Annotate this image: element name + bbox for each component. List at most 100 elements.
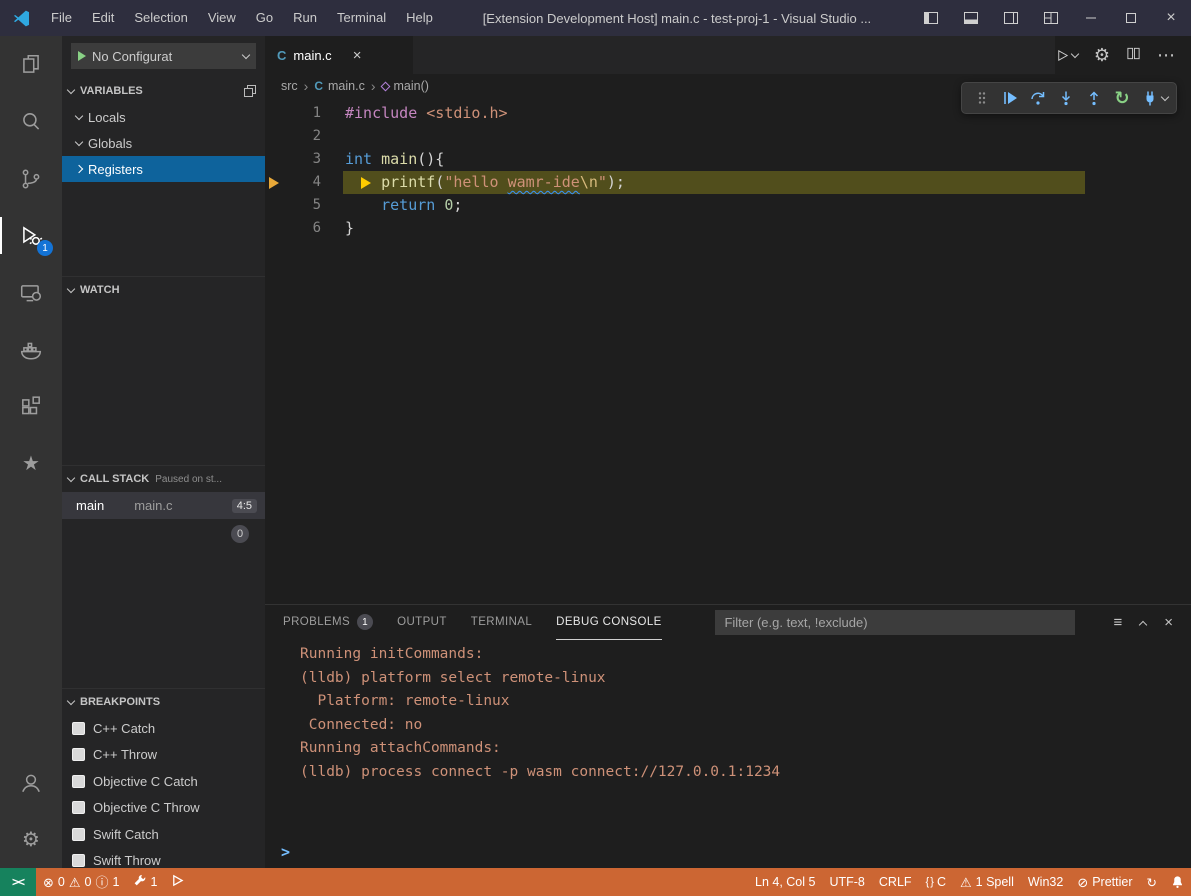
breakpoint-gutter[interactable] (265, 171, 287, 194)
close-tab-icon[interactable]: × (353, 47, 362, 64)
breakpoint-checkbox[interactable] (72, 775, 85, 788)
breakpoint-row[interactable]: C++ Throw (62, 742, 265, 769)
code-text[interactable]: return 0; (345, 194, 462, 217)
formatter-status[interactable]: ⊘ Prettier (1070, 868, 1139, 896)
debug-config-dropdown[interactable]: No Configurat (71, 43, 256, 69)
star-icon[interactable]: ★ (0, 435, 62, 492)
restart-icon[interactable]: ↻ (1110, 86, 1134, 110)
spell-status[interactable]: ⚠ 1 Spell (953, 868, 1021, 896)
breakpoint-checkbox[interactable] (72, 722, 85, 735)
breadcrumb-main[interactable]: main() (382, 79, 429, 93)
code-text[interactable]: int main(){ (345, 148, 444, 171)
filter-icon[interactable]: ≡ (1113, 615, 1122, 630)
breakpoint-gutter[interactable] (265, 102, 287, 125)
panel-tab-problems[interactable]: PROBLEMS1 (283, 605, 373, 640)
breakpoint-checkbox[interactable] (72, 828, 85, 841)
menu-selection[interactable]: Selection (124, 0, 197, 36)
docker-icon[interactable] (0, 321, 62, 378)
breakpoint-checkbox[interactable] (72, 748, 85, 761)
variables-header[interactable]: VARIABLES (62, 78, 265, 104)
search-icon[interactable] (0, 93, 62, 150)
breakpoint-row[interactable]: Objective C Catch (62, 768, 265, 795)
remote-explorer-icon[interactable] (0, 264, 62, 321)
menu-edit[interactable]: Edit (82, 0, 124, 36)
language-status[interactable]: { } C (919, 868, 953, 896)
watch-header[interactable]: WATCH (62, 277, 265, 303)
toggle-primary-sidebar-icon[interactable] (911, 0, 951, 36)
maximize-button[interactable] (1111, 0, 1151, 36)
breadcrumb-label: src (281, 79, 298, 93)
breakpoint-gutter[interactable] (265, 194, 287, 217)
breakpoint-gutter[interactable] (265, 125, 287, 148)
panel-tab-debug-console[interactable]: DEBUG CONSOLE (556, 605, 662, 640)
eol-status[interactable]: CRLF (872, 868, 919, 896)
run-file-button[interactable] (1055, 48, 1078, 63)
split-editor-icon[interactable] (1126, 46, 1141, 64)
cursor-position[interactable]: Ln 4, Col 5 (748, 868, 822, 896)
breakpoint-row[interactable]: Swift Catch (62, 821, 265, 848)
tools-status[interactable]: 1 (126, 868, 164, 896)
breakpoint-checkbox[interactable] (72, 801, 85, 814)
variables-view-icon[interactable] (243, 84, 257, 98)
sync-icon[interactable]: ↻ (1140, 868, 1164, 896)
code-text[interactable]: printf("hello wamr-ide\n"); (345, 171, 625, 194)
menu-go[interactable]: Go (246, 0, 283, 36)
toolbar-drag-handle[interactable] (970, 86, 994, 110)
problems-status[interactable]: ⊗ 0 ⚠ 0 ⓘ 1 (36, 868, 126, 896)
breakpoints-header[interactable]: BREAKPOINTS (62, 689, 265, 715)
bell-icon[interactable] (1164, 868, 1191, 896)
tab-main-c[interactable]: C main.c × (265, 36, 413, 74)
menu-help[interactable]: Help (396, 0, 443, 36)
variables-item-globals[interactable]: Globals (62, 130, 265, 156)
step-over-icon[interactable] (1026, 86, 1050, 110)
filter-input[interactable] (715, 610, 1075, 635)
panel-tab-terminal[interactable]: TERMINAL (471, 605, 532, 640)
extensions-icon[interactable] (0, 378, 62, 435)
account-icon[interactable] (0, 754, 62, 811)
close-button[interactable]: × (1151, 0, 1191, 36)
disconnect-icon[interactable] (1138, 86, 1162, 110)
continue-icon[interactable] (998, 86, 1022, 110)
source-control-icon[interactable] (0, 150, 62, 207)
toggle-panel-icon[interactable] (951, 0, 991, 36)
chevron-down-icon[interactable] (1161, 92, 1169, 100)
code-text[interactable]: #include <stdio.h> (345, 102, 508, 125)
explorer-icon[interactable] (0, 36, 62, 93)
code-editor[interactable]: 1#include <stdio.h>23int main(){4 printf… (265, 98, 1191, 604)
settings-gear-icon[interactable]: ⚙ (1094, 46, 1110, 64)
maximize-panel-icon[interactable] (1139, 620, 1147, 628)
close-panel-icon[interactable]: × (1164, 615, 1173, 630)
remote-indicator[interactable]: >< (0, 868, 36, 896)
menu-run[interactable]: Run (283, 0, 327, 36)
menu-view[interactable]: View (198, 0, 246, 36)
breakpoint-gutter[interactable] (265, 217, 287, 240)
variables-item-locals[interactable]: Locals (62, 104, 265, 130)
customize-layout-icon[interactable] (1031, 0, 1071, 36)
settings-gear-icon[interactable]: ⚙ (0, 811, 62, 868)
code-text[interactable]: } (345, 217, 354, 240)
console-prompt[interactable]: > (281, 843, 290, 861)
panel-tab-output[interactable]: OUTPUT (397, 605, 447, 640)
minimize-button[interactable] (1071, 0, 1111, 36)
menu-file[interactable]: File (41, 0, 82, 36)
breakpoint-gutter[interactable] (265, 148, 287, 171)
breadcrumb-mainc[interactable]: Cmain.c (314, 79, 365, 93)
toggle-secondary-sidebar-icon[interactable] (991, 0, 1031, 36)
menu-terminal[interactable]: Terminal (327, 0, 396, 36)
start-debug-icon[interactable] (78, 51, 86, 61)
stack-frame-row[interactable]: main main.c 4:5 (62, 492, 265, 519)
step-into-icon[interactable] (1054, 86, 1078, 110)
breakpoint-row[interactable]: C++ Catch (62, 715, 265, 742)
breadcrumb-src[interactable]: src (281, 79, 298, 93)
breakpoint-row[interactable]: Objective C Throw (62, 795, 265, 822)
call-stack-header[interactable]: CALL STACK Paused on st... (62, 466, 265, 492)
step-out-icon[interactable] (1082, 86, 1106, 110)
breakpoint-checkbox[interactable] (72, 854, 85, 867)
more-actions-icon[interactable]: ⋯ (1157, 46, 1175, 64)
breakpoint-row[interactable]: Swift Throw (62, 848, 265, 869)
run-and-debug-icon[interactable]: 1 (0, 207, 62, 264)
platform-status[interactable]: Win32 (1021, 868, 1070, 896)
debug-status[interactable] (164, 868, 191, 896)
encoding-status[interactable]: UTF-8 (822, 868, 871, 896)
variables-item-registers[interactable]: Registers (62, 156, 265, 182)
